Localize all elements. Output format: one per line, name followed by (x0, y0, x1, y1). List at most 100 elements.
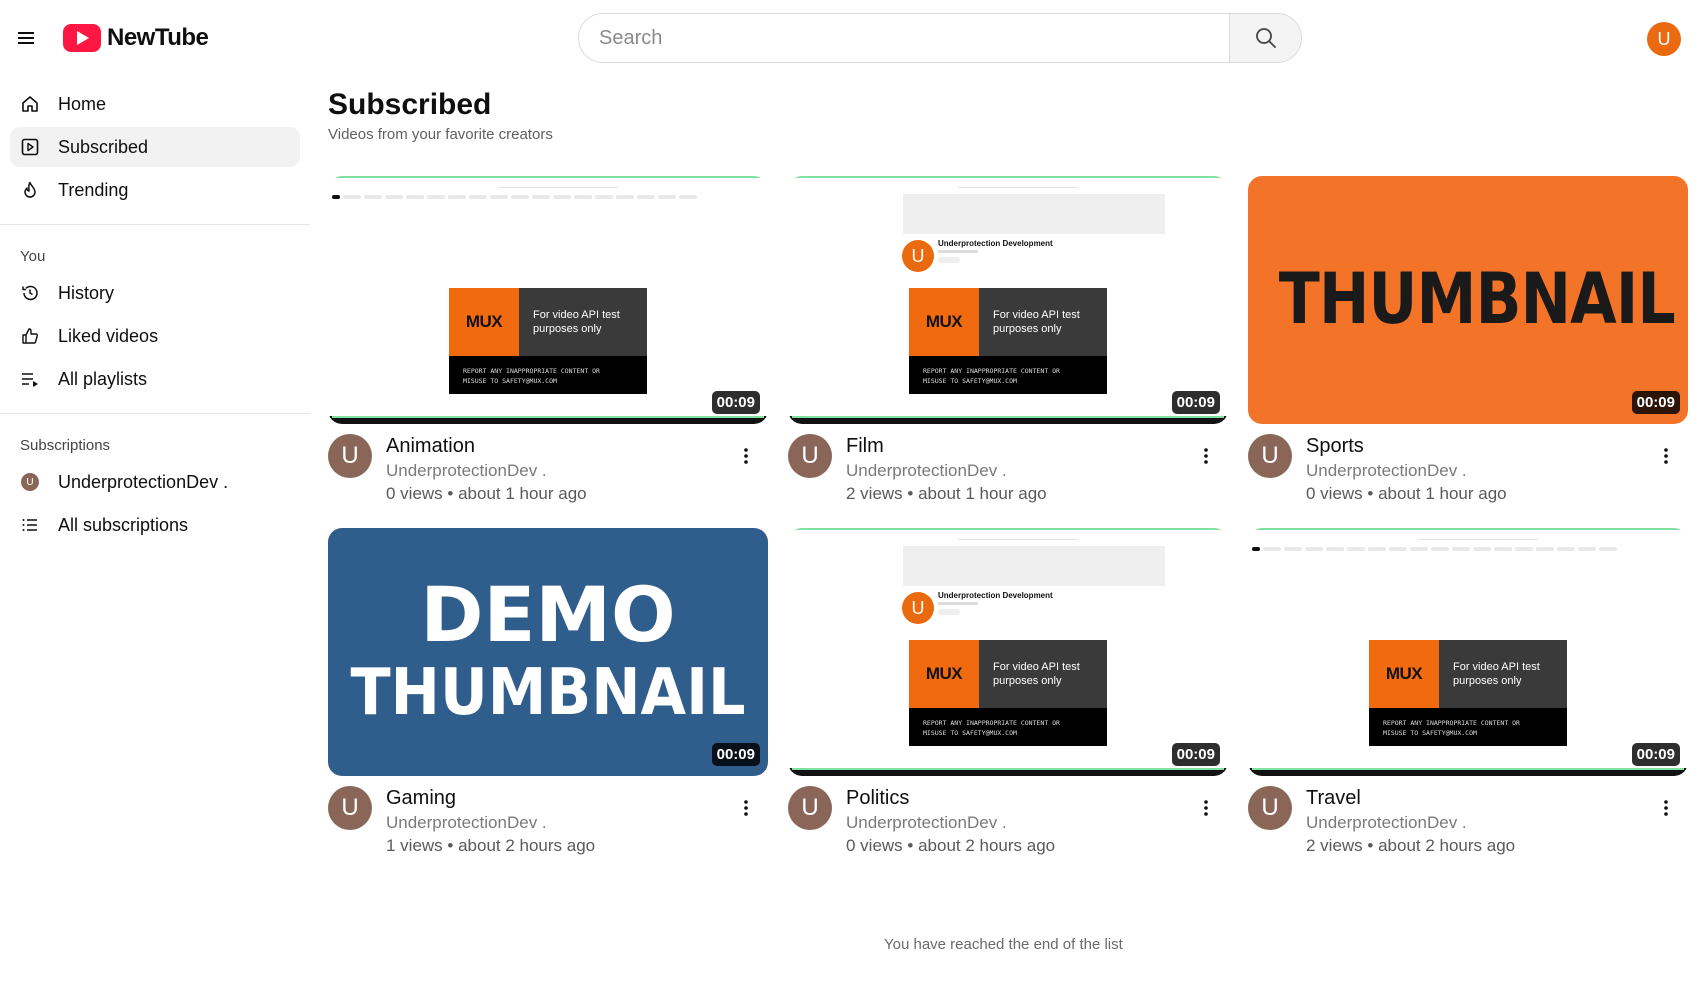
mux-caption-line: purposes only (533, 323, 602, 336)
thumbnail-search-bar (498, 182, 618, 188)
video-thumbnail[interactable]: MUX For video API test purposes only REPO… (1248, 528, 1688, 776)
thumbnail-border (788, 416, 1228, 424)
video-meta: U Politics UnderprotectionDev . 0 views … (788, 786, 1228, 858)
thumbnail-text: DEMO (420, 570, 676, 659)
sidebar-item-label: All playlists (58, 368, 148, 389)
mux-warning-line: REPORT ANY INAPPROPRIATE CONTENT OR (923, 719, 1060, 727)
avatar[interactable]: U (788, 434, 832, 478)
video-meta: U Sports UnderprotectionDev . 0 views • … (1248, 434, 1688, 506)
sidebar-item-trending[interactable]: Trending (10, 170, 300, 210)
mux-caption-line: purposes only (993, 323, 1062, 336)
more-options-icon[interactable] (1196, 444, 1216, 468)
avatar[interactable]: U (328, 434, 372, 478)
sidebar-item-channel-underprotectiondev[interactable]: U UnderprotectionDev . (10, 462, 300, 502)
video-thumbnail[interactable]: U Underprotection Development MUX For vi… (788, 528, 1228, 776)
sidebar-item-subscribed[interactable]: Subscribed (10, 127, 300, 167)
video-thumbnail[interactable]: DEMO THUMBNAIL 00:09 (328, 528, 768, 776)
video-card[interactable]: U Underprotection Development MUX For vi… (788, 528, 1228, 858)
sidebar-item-label: Trending (58, 179, 129, 200)
video-title[interactable]: Sports (1306, 434, 1688, 458)
sidebar-item-history[interactable]: History (10, 273, 300, 313)
mux-caption-line: purposes only (993, 675, 1062, 688)
duration-badge: 00:09 (711, 743, 760, 766)
sidebar-item-all-subscriptions[interactable]: All subscriptions (10, 505, 300, 545)
more-options-icon[interactable] (1656, 444, 1676, 468)
thumbnail-channel-meta (938, 250, 978, 253)
video-stats: 0 views • about 1 hour ago (1306, 484, 1507, 503)
more-options-icon[interactable] (1656, 796, 1676, 820)
avatar[interactable]: U (1248, 786, 1292, 830)
playlist-icon (20, 369, 40, 389)
user-avatar[interactable]: U (1647, 22, 1681, 56)
more-options-icon[interactable] (736, 444, 756, 468)
video-card[interactable]: DEMO THUMBNAIL 00:09 U Gaming Underprote… (328, 528, 768, 858)
duration-badge: 00:09 (1631, 391, 1680, 414)
mux-warning-line: MISUSE TO SAFETY@MUX.COM (923, 377, 1017, 386)
thumbnail-text: THUMBNAIL (1278, 258, 1676, 340)
sidebar-divider (0, 413, 310, 414)
video-card[interactable]: MUX For video API test purposes only REPO… (1248, 528, 1688, 858)
channel-name[interactable]: UnderprotectionDev . (1306, 812, 1688, 834)
video-title[interactable]: Animation (386, 434, 768, 458)
logo[interactable]: NewTube (63, 24, 209, 52)
video-title[interactable]: Travel (1306, 786, 1688, 810)
duration-badge: 00:09 (1631, 743, 1680, 766)
end-of-list-message: You have reached the end of the list (884, 936, 1123, 953)
sidebar-item-liked-videos[interactable]: Liked videos (10, 316, 300, 356)
video-stats: 0 views • about 2 hours ago (846, 836, 1056, 855)
avatar: U (21, 473, 39, 491)
video-thumbnail[interactable]: THUMBNAIL 00:09 (1248, 176, 1688, 424)
video-meta: U Animation UnderprotectionDev . 0 views… (328, 434, 768, 506)
avatar[interactable]: U (328, 786, 372, 830)
mux-warning-line: REPORT ANY INAPPROPRIATE CONTENT OR (923, 367, 1060, 375)
video-title[interactable]: Film (846, 434, 1228, 458)
avatar[interactable]: U (1248, 434, 1292, 478)
more-options-icon[interactable] (1196, 796, 1216, 820)
mux-caption: For video API test purposes only (979, 288, 1107, 356)
mux-caption: For video API test purposes only (519, 288, 647, 356)
search-button[interactable] (1229, 14, 1301, 62)
sidebar-item-all-playlists[interactable]: All playlists (10, 359, 300, 399)
thumbnail-search-bar (958, 182, 1078, 188)
channel-name[interactable]: UnderprotectionDev . (386, 460, 768, 482)
mux-caption-line: purposes only (1453, 675, 1522, 688)
video-card[interactable]: THUMBNAIL 00:09 U Sports Underprotection… (1248, 176, 1688, 506)
thumbnail-channel-button (938, 257, 960, 263)
thumbnail-border (788, 768, 1228, 776)
thumbs-up-icon (20, 326, 40, 346)
thumbnail-border (1256, 528, 1680, 530)
video-stats: 2 views • about 1 hour ago (846, 484, 1047, 503)
home-icon (20, 94, 40, 114)
video-title[interactable]: Gaming (386, 786, 768, 810)
video-card[interactable]: U Underprotection Development MUX For vi… (788, 176, 1228, 506)
hamburger-menu-icon[interactable] (14, 25, 40, 51)
mux-test-card: MUX For video API test purposes only REPO… (909, 640, 1107, 746)
thumbnail-channel-banner (903, 546, 1165, 586)
sidebar-item-home[interactable]: Home (10, 84, 300, 124)
search-bar (578, 13, 1302, 63)
video-card[interactable]: MUX For video API test purposes only REPO… (328, 176, 768, 506)
thumbnail-channel-name: Underprotection Development (938, 591, 1053, 600)
mux-warning-line: REPORT ANY INAPPROPRIATE CONTENT OR (463, 367, 600, 375)
thumbnail-border (328, 416, 768, 424)
mux-logo: MUX (1369, 640, 1439, 708)
search-input[interactable] (579, 14, 1229, 62)
video-thumbnail[interactable]: MUX For video API test purposes only REPO… (328, 176, 768, 424)
video-title[interactable]: Politics (846, 786, 1228, 810)
video-thumbnail[interactable]: U Underprotection Development MUX For vi… (788, 176, 1228, 424)
channel-name[interactable]: UnderprotectionDev . (386, 812, 768, 834)
mux-test-card: MUX For video API test purposes only REPO… (1369, 640, 1567, 746)
mux-warning-line: REPORT ANY INAPPROPRIATE CONTENT OR (1383, 719, 1520, 727)
channel-name[interactable]: UnderprotectionDev . (1306, 460, 1688, 482)
mux-warning: REPORT ANY INAPPROPRIATE CONTENT OR MISUS… (463, 366, 600, 387)
video-stats: 1 views • about 2 hours ago (386, 836, 596, 855)
channel-name[interactable]: UnderprotectionDev . (846, 812, 1228, 834)
more-options-icon[interactable] (736, 796, 756, 820)
video-grid: MUX For video API test purposes only REPO… (328, 176, 1688, 858)
mux-caption-line: For video API test (993, 309, 1080, 321)
thumbnail-category-chips (332, 195, 697, 199)
mux-caption: For video API test purposes only (979, 640, 1107, 708)
page-subtitle: Videos from your favorite creators (328, 126, 553, 143)
avatar[interactable]: U (788, 786, 832, 830)
channel-name[interactable]: UnderprotectionDev . (846, 460, 1228, 482)
